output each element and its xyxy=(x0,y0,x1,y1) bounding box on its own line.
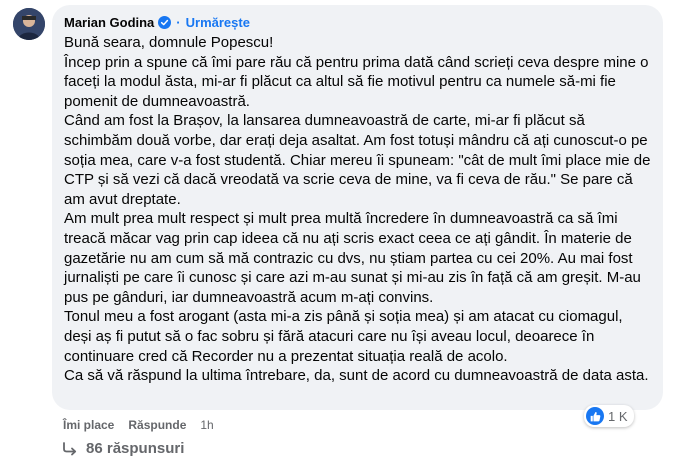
author-name[interactable]: Marian Godina xyxy=(64,15,154,30)
comment-paragraph: Când am fost la Brașov, la lansarea dumn… xyxy=(64,112,651,208)
follow-button[interactable]: Urmărește xyxy=(186,15,250,30)
comment-bubble: Marian Godina · Urmărește Bună seara, do… xyxy=(52,5,663,410)
comment-paragraph: Ca să vă răspund la ultima întrebare, da… xyxy=(64,367,649,385)
reactions-summary[interactable]: 1 K xyxy=(584,405,634,427)
comment-timestamp[interactable]: 1h xyxy=(200,418,213,432)
comment-paragraph: Tonul meu a fost arogant (asta mi-a zis … xyxy=(64,308,623,365)
view-replies-link[interactable]: 86 răspunsuri xyxy=(62,440,184,457)
comment-paragraph: Am mult prea mult respect și mult prea m… xyxy=(64,210,641,306)
comment-text: Bună seara, domnule Popescu! Încep prin … xyxy=(64,33,651,386)
comment-paragraph: Încep prin a spune că îmi pare rău că pe… xyxy=(64,53,649,110)
comment-paragraph: Bună seara, domnule Popescu! xyxy=(64,34,274,51)
verified-badge-icon xyxy=(158,15,172,29)
reply-arrow-icon xyxy=(62,441,78,456)
replies-count-label: 86 răspunsuri xyxy=(86,440,185,457)
separator-dot: · xyxy=(176,14,181,30)
avatar[interactable] xyxy=(13,8,45,40)
thumbs-up-icon xyxy=(586,407,604,425)
reply-button[interactable]: Răspunde xyxy=(128,418,186,432)
comment-actions: Îmi place Răspunde 1h xyxy=(63,418,214,432)
reactions-count: 1 K xyxy=(608,408,628,424)
like-button[interactable]: Îmi place xyxy=(63,418,114,432)
comment-header: Marian Godina · Urmărește xyxy=(64,13,651,31)
